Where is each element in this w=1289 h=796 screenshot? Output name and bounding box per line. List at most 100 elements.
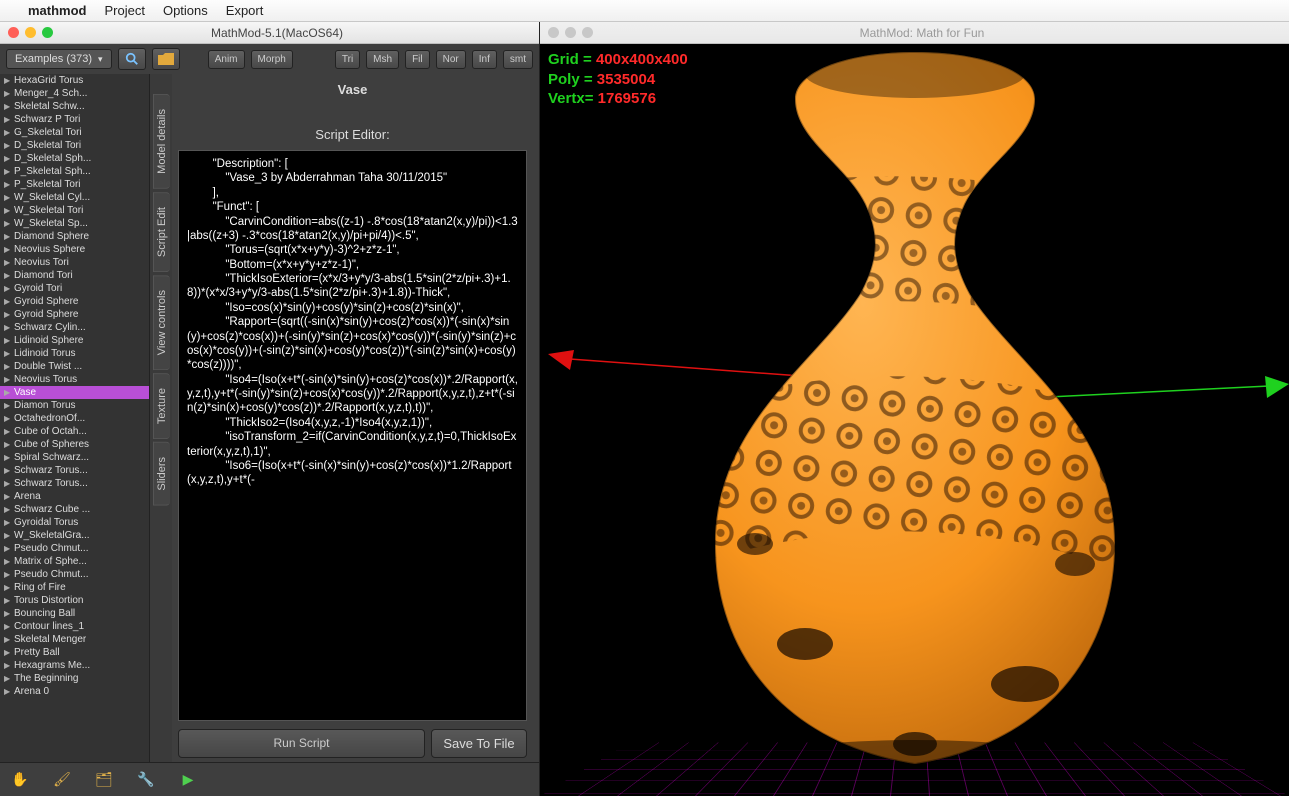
tab-model-details[interactable]: Model details [153,94,170,189]
mode-inf[interactable]: Inf [472,50,497,69]
mode-msh[interactable]: Msh [366,50,399,69]
disclosure-triangle-icon: ▶ [4,401,14,410]
editor-titlebar[interactable]: MathMod-5.1(MacOS64) [0,22,539,44]
examples-dropdown[interactable]: Examples (373) ▾ [6,49,112,69]
mode-fil[interactable]: Fil [405,50,430,69]
tree-item[interactable]: ▶OctahedronOf... [0,412,149,425]
hand-icon[interactable]: ✋ [10,770,30,790]
app-menu[interactable]: mathmod [28,3,87,18]
tree-item[interactable]: ▶Pseudo Chmut... [0,542,149,555]
anim-button[interactable]: Anim [208,50,245,69]
tree-item[interactable]: ▶Matrix of Sphe... [0,555,149,568]
mode-smt[interactable]: smt [503,50,533,69]
tree-item[interactable]: ▶Schwarz Torus... [0,477,149,490]
tree-item[interactable]: ▶G_Skeletal Tori [0,126,149,139]
tab-texture[interactable]: Texture [153,373,170,439]
tree-item[interactable]: ▶Lidinoid Sphere [0,334,149,347]
tree-item-label: Lidinoid Sphere [14,335,84,346]
menu-export[interactable]: Export [226,3,264,18]
tree-item[interactable]: ▶Schwarz Torus... [0,464,149,477]
script-editor[interactable]: "Description": [ "Vase_3 by Abderrahman … [178,150,527,721]
run-script-button[interactable]: Run Script [178,729,425,758]
maximize-icon[interactable] [42,27,53,38]
tab-script-edit[interactable]: Script Edit [153,192,170,272]
tree-item[interactable]: ▶Cube of Octah... [0,425,149,438]
tree-item[interactable]: ▶W_Skeletal Tori [0,204,149,217]
morph-button[interactable]: Morph [251,50,293,69]
tree-item[interactable]: ▶Arena 0 [0,685,149,698]
tree-item[interactable]: ▶Neovius Tori [0,256,149,269]
tree-item[interactable]: ▶Ring of Fire [0,581,149,594]
tree-item[interactable]: ▶W_SkeletalGra... [0,529,149,542]
top-toolbar: Examples (373) ▾ Anim Morph Tri Msh Fil … [0,44,539,74]
tree-item[interactable]: ▶Contour lines_1 [0,620,149,633]
minimize-icon[interactable] [25,27,36,38]
tree-item[interactable]: ▶Hexagrams Me... [0,659,149,672]
tree-item[interactable]: ▶W_Skeletal Cyl... [0,191,149,204]
tree-item[interactable]: ▶Menger_4 Sch... [0,87,149,100]
tree-item[interactable]: ▶Schwarz Cube ... [0,503,149,516]
tree-item[interactable]: ▶Skeletal Menger [0,633,149,646]
tree-item-label: Pseudo Chmut... [14,569,88,580]
search-icon[interactable] [118,48,146,70]
tree-item-label: Neovius Sphere [14,244,85,255]
tree-item-label: Schwarz Torus... [14,478,88,489]
tree-item[interactable]: ▶Lidinoid Torus [0,347,149,360]
mode-nor[interactable]: Nor [436,50,466,69]
tree-item[interactable]: ▶P_Skeletal Tori [0,178,149,191]
tab-view-controls[interactable]: View controls [153,275,170,370]
tree-item[interactable]: ▶Gyroid Tori [0,282,149,295]
tree-item[interactable]: ▶D_Skeletal Tori [0,139,149,152]
wrench-icon[interactable]: 🔧 [136,770,156,790]
tree-item[interactable]: ▶Arena [0,490,149,503]
layers-icon[interactable]: 🗂 [94,770,114,790]
menu-options[interactable]: Options [163,3,208,18]
tree-item[interactable]: ▶Neovius Sphere [0,243,149,256]
tree-item-label: HexaGrid Torus [14,75,83,86]
tree-item[interactable]: ▶Double Twist ... [0,360,149,373]
tree-item[interactable]: ▶Torus Distortion [0,594,149,607]
mac-menubar[interactable]: mathmod Project Options Export [0,0,1289,22]
maximize-icon[interactable] [582,27,593,38]
tree-item-label: Arena 0 [14,686,49,697]
examples-tree[interactable]: ▶HexaGrid Torus▶Menger_4 Sch...▶Skeletal… [0,74,150,762]
close-icon[interactable] [548,27,559,38]
tree-item-label: D_Skeletal Sph... [14,153,91,164]
tree-item[interactable]: ▶Diamond Sphere [0,230,149,243]
tree-item[interactable]: ▶Gyroid Sphere [0,295,149,308]
tree-item[interactable]: ▶Gyroidal Torus [0,516,149,529]
folder-icon[interactable] [152,48,180,70]
play-icon[interactable]: ▶ [178,770,198,790]
tree-item[interactable]: ▶Schwarz P Tori [0,113,149,126]
disclosure-triangle-icon: ▶ [4,271,14,280]
tree-item[interactable]: ▶Schwarz Cylin... [0,321,149,334]
tree-item[interactable]: ▶Diamon Torus [0,399,149,412]
tab-sliders[interactable]: Sliders [153,442,170,506]
tree-item[interactable]: ▶The Beginning [0,672,149,685]
minimize-icon[interactable] [565,27,576,38]
tree-item[interactable]: ▶Neovius Torus [0,373,149,386]
tree-item[interactable]: ▶HexaGrid Torus [0,74,149,87]
tree-item[interactable]: ▶W_Skeletal Sp... [0,217,149,230]
tree-item-label: OctahedronOf... [14,413,85,424]
tree-item[interactable]: ▶Skeletal Schw... [0,100,149,113]
tree-item[interactable]: ▶Pretty Ball [0,646,149,659]
disclosure-triangle-icon: ▶ [4,583,14,592]
save-to-file-button[interactable]: Save To File [431,729,527,758]
tree-item[interactable]: ▶Gyroid Sphere [0,308,149,321]
tree-item-label: Contour lines_1 [14,621,84,632]
tree-item[interactable]: ▶Spiral Schwarz... [0,451,149,464]
viewport-titlebar[interactable]: MathMod: Math for Fun [540,22,1289,44]
close-icon[interactable] [8,27,19,38]
tree-item[interactable]: ▶Cube of Spheres [0,438,149,451]
menu-project[interactable]: Project [105,3,145,18]
tree-item[interactable]: ▶Pseudo Chmut... [0,568,149,581]
tree-item[interactable]: ▶Vase [0,386,149,399]
tree-item[interactable]: ▶D_Skeletal Sph... [0,152,149,165]
tree-item[interactable]: ▶Bouncing Ball [0,607,149,620]
mode-tri[interactable]: Tri [335,50,360,69]
brush-icon[interactable]: 🖌 [52,770,72,790]
tree-item[interactable]: ▶P_Skeletal Sph... [0,165,149,178]
viewport-3d[interactable]: Grid = 400x400x400 Poly = 3535004 Vertx=… [540,44,1289,796]
tree-item[interactable]: ▶Diamond Tori [0,269,149,282]
